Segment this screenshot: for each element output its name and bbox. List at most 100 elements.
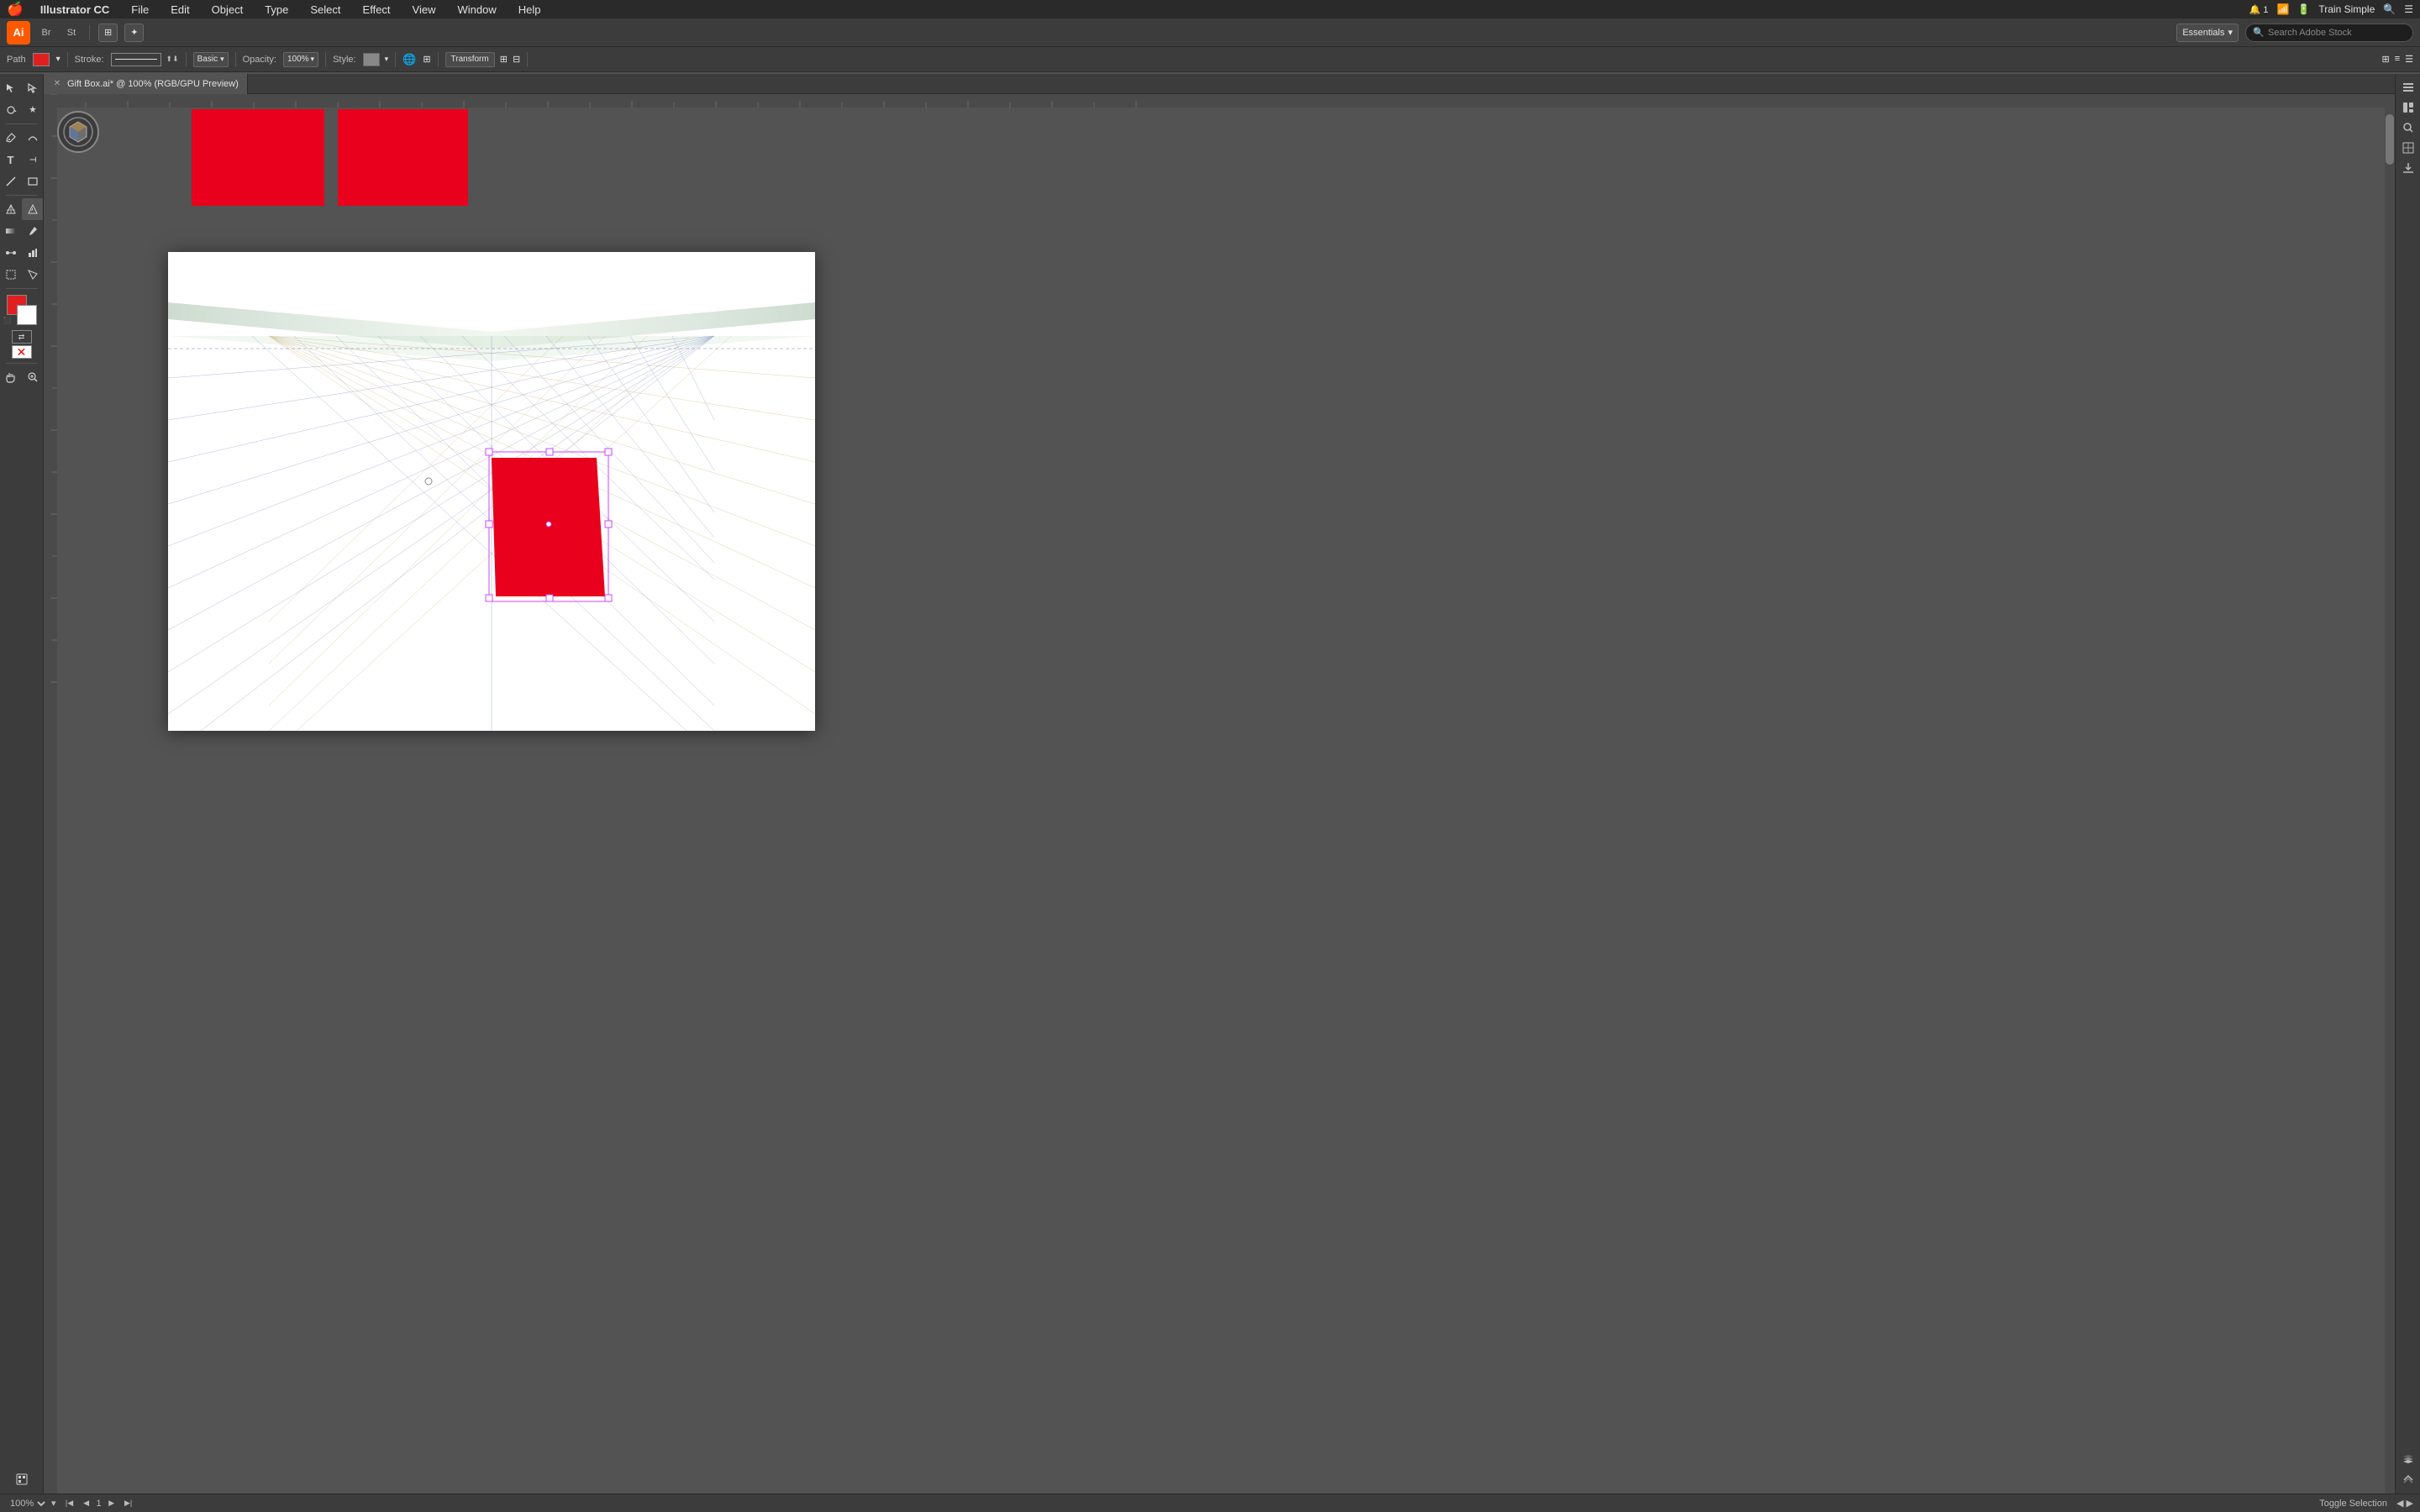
toggle-selection-arrows[interactable]: ◀ ▶ (2396, 1499, 2413, 1509)
color-reset[interactable]: ⬛ (3, 317, 12, 325)
divider-3 (235, 52, 236, 67)
stroke-preview[interactable] (111, 53, 161, 66)
document-tab[interactable]: ✕ Gift Box.ai* @ 100% (RGB/GPU Preview) (44, 74, 248, 94)
background-color[interactable] (17, 305, 37, 325)
nav-last[interactable]: ▶| (122, 1497, 135, 1510)
color-swatch-area: ⬛ (3, 295, 40, 325)
lasso-tool[interactable] (0, 99, 22, 121)
curvature-tool[interactable] (22, 127, 44, 149)
canvas-area[interactable] (44, 94, 2395, 1494)
zoom-tool[interactable] (22, 366, 44, 388)
effect-menu[interactable]: Effect (358, 2, 396, 18)
blend-tool[interactable] (0, 242, 22, 264)
notification-icon[interactable]: 🔔 1 (2249, 4, 2269, 15)
view-menu[interactable]: View (408, 2, 441, 18)
transform-options-icon[interactable]: ⊞ (500, 54, 508, 65)
magic-wand-tool[interactable] (22, 99, 44, 121)
perspective-widget[interactable] (57, 111, 99, 153)
globe-icon[interactable]: 🌐 (402, 53, 416, 66)
zoom-control[interactable]: 100% ▾ (7, 1498, 56, 1509)
panel-arrange-icon[interactable]: ⊞ (2381, 54, 2389, 65)
tool-row-pen (0, 127, 44, 149)
swap-colors-icon[interactable]: ⇄ (12, 330, 32, 344)
perspective-selection-tool[interactable] (22, 198, 44, 220)
rectangle-tool[interactable] (22, 171, 44, 192)
menu-list-icon[interactable]: ☰ (2404, 3, 2413, 15)
style-box[interactable] (363, 53, 380, 66)
file-menu[interactable]: File (126, 2, 154, 18)
direct-selection-tool[interactable] (22, 77, 44, 99)
props-toolbar: Path ▾ Stroke: ⬆⬇ Basic ▾ Opacity: 100% … (0, 47, 2420, 72)
symbol-panel-icon[interactable] (11, 1468, 33, 1490)
pen-tool[interactable] (0, 127, 22, 149)
fill-options[interactable]: ▾ (55, 55, 60, 64)
object-menu[interactable]: Object (207, 2, 249, 18)
divider-6 (438, 52, 439, 67)
download-right-icon[interactable] (2398, 158, 2418, 178)
tool-row-line (0, 171, 44, 192)
chart-tool[interactable] (22, 242, 44, 264)
status-toggle-selection: Toggle Selection ◀ ▶ (2319, 1498, 2413, 1509)
fill-color-box[interactable] (33, 53, 50, 66)
perspective-grid-tool[interactable] (0, 198, 22, 220)
tab-close-icon[interactable]: ✕ (52, 79, 62, 89)
apple-menu[interactable]: 🍎 (7, 1, 24, 18)
red-rectangle-1[interactable] (192, 109, 324, 206)
line-tool[interactable] (0, 171, 22, 192)
stroke-type-dropdown[interactable]: Basic ▾ (193, 52, 229, 67)
vertical-scrollbar-thumb[interactable] (2386, 114, 2394, 165)
essentials-dropdown[interactable]: Essentials ▾ (2176, 24, 2238, 42)
panel-menu-icon[interactable]: ☰ (2405, 54, 2413, 65)
search-right-icon[interactable] (2398, 118, 2418, 138)
none-icon[interactable]: ✕ (12, 345, 32, 359)
libraries-icon[interactable] (2398, 97, 2418, 118)
nav-first[interactable]: |◀ (63, 1497, 76, 1510)
search-adobe-icon: 🔍 (2253, 27, 2265, 38)
app-name-menu[interactable]: Illustrator CC (35, 2, 114, 18)
hand-tool[interactable] (0, 366, 22, 388)
bridge-icon[interactable]: Br (37, 24, 55, 42)
select-menu[interactable]: Select (305, 2, 345, 18)
vertical-type-tool[interactable]: T (22, 149, 44, 171)
brush-button[interactable]: ✦ (124, 24, 144, 42)
artboard[interactable] (168, 252, 815, 731)
tool-row-hand (0, 366, 44, 388)
nav-next[interactable]: ▶ (105, 1497, 118, 1510)
eyedropper-tool[interactable] (22, 220, 44, 242)
properties-icon[interactable] (2398, 77, 2418, 97)
chevron-down-icon-zoom: ▾ (51, 1498, 56, 1509)
divider-4 (325, 52, 326, 67)
vertical-scrollbar-track[interactable] (2385, 108, 2395, 1494)
align-icon[interactable]: ⊟ (513, 54, 520, 65)
selection-tool[interactable] (0, 77, 22, 99)
layers-icon[interactable] (2398, 1450, 2418, 1470)
zoom-select[interactable]: 100% (7, 1498, 48, 1509)
stock-icon[interactable]: St (62, 24, 81, 42)
artboard-tool[interactable] (0, 264, 22, 286)
edit-menu[interactable]: Edit (166, 2, 194, 18)
toggle-selection-label[interactable]: Toggle Selection (2319, 1499, 2387, 1509)
red-rectangle-2[interactable] (338, 109, 468, 206)
grid-icon[interactable]: ⊞ (423, 54, 430, 65)
style-dropdown[interactable]: ▾ (385, 55, 389, 64)
props-right: ⊞ ≡ ☰ (2381, 54, 2413, 65)
table-right-icon[interactable] (2398, 138, 2418, 158)
gradient-tool[interactable] (0, 220, 22, 242)
panel-icon[interactable]: ≡ (2395, 54, 2400, 65)
window-menu[interactable]: Window (453, 2, 502, 18)
search-adobe-stock[interactable]: 🔍 Search Adobe Stock (2245, 24, 2413, 42)
nav-prev[interactable]: ◀ (80, 1497, 93, 1510)
expand-icon[interactable] (2398, 1470, 2418, 1490)
type-tool[interactable]: T (0, 149, 22, 171)
ai-logo[interactable]: Ai (7, 21, 30, 45)
type-menu[interactable]: Type (260, 2, 293, 18)
transform-button[interactable]: Transform (445, 52, 495, 67)
slice-tool[interactable] (22, 264, 44, 286)
menu-right: 🔔 1 📶 🔋 Train Simple 🔍 ☰ (2249, 3, 2413, 15)
help-menu[interactable]: Help (513, 2, 546, 18)
arrange-button[interactable]: ⊞ (98, 24, 118, 42)
menu-search-icon[interactable]: 🔍 (2383, 3, 2396, 15)
opacity-control[interactable]: 100% ▾ (283, 52, 318, 67)
left-tool-panel: T T (0, 74, 44, 1494)
stroke-options[interactable]: ⬆⬇ (166, 55, 179, 64)
